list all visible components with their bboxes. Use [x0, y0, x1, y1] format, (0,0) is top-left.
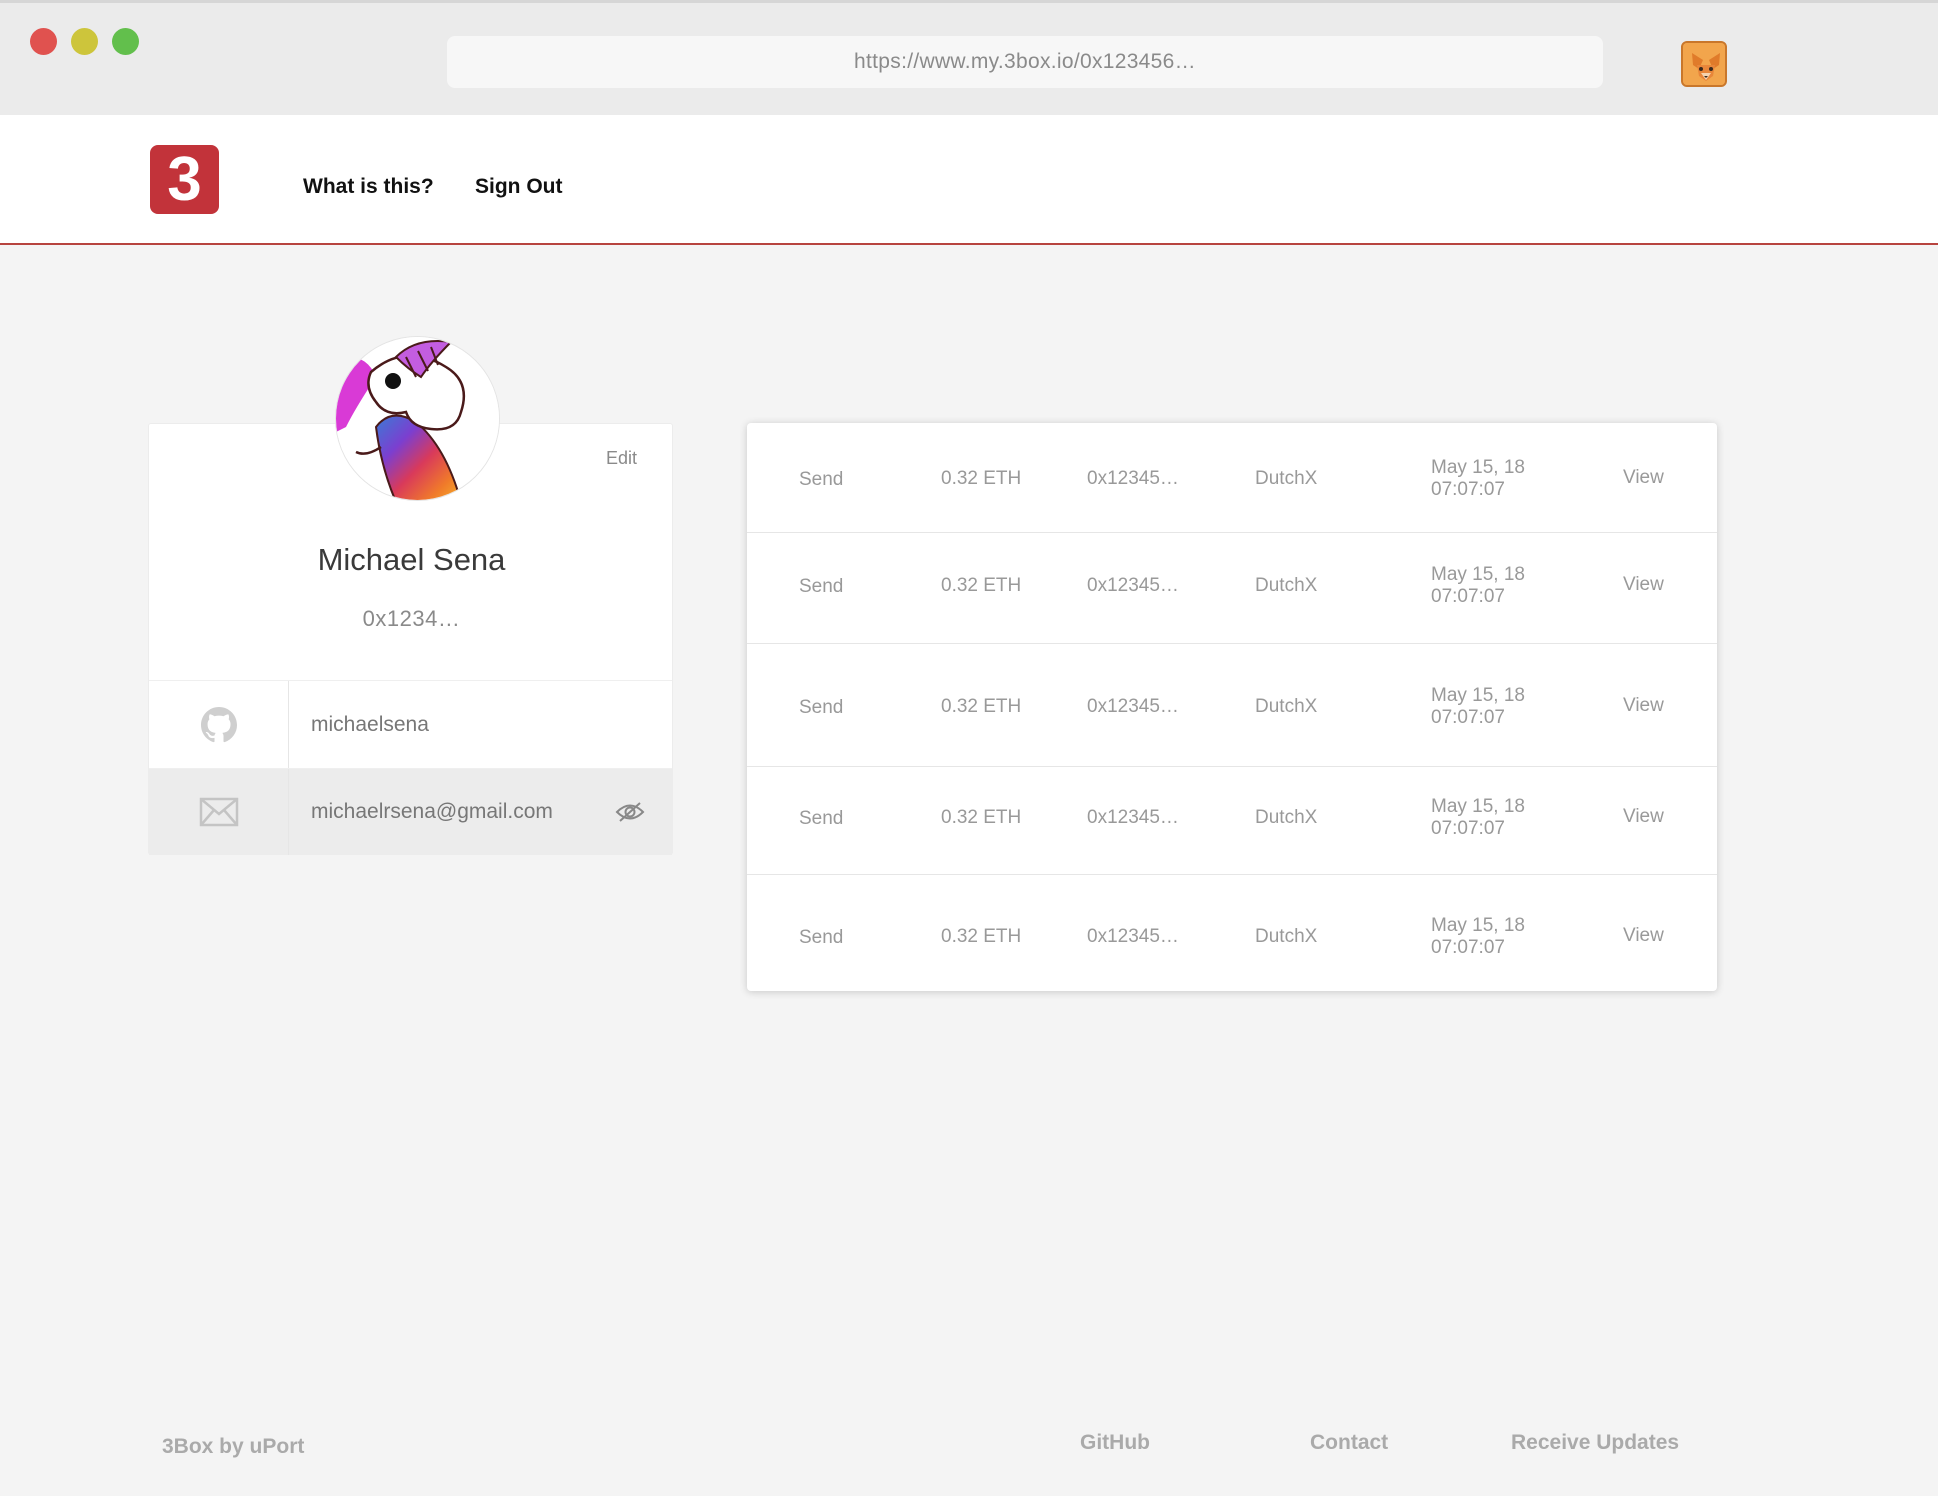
tx-time: 07:07:07 — [1431, 707, 1505, 728]
tx-app: DutchX — [1255, 575, 1318, 596]
tx-address: 0x12345… — [1087, 468, 1179, 489]
table-row: Send 0.32 ETH 0x12345… DutchX May 15, 18… — [747, 533, 1717, 644]
tx-amount: 0.32 ETH — [941, 926, 1022, 947]
tx-datetime: May 15, 18 07:07:07 — [1431, 796, 1525, 840]
tx-amount: 0.32 ETH — [941, 468, 1022, 489]
tx-address: 0x12345… — [1087, 926, 1179, 947]
tx-datetime: May 15, 18 07:07:07 — [1431, 457, 1525, 501]
github-username: michaelsena — [311, 712, 429, 736]
tx-address: 0x12345… — [1087, 575, 1179, 596]
footer-link-receive-updates[interactable]: Receive Updates — [1511, 1431, 1679, 1455]
table-row: Send 0.32 ETH 0x12345… DutchX May 15, 18… — [747, 423, 1717, 533]
tx-type: Send — [799, 927, 844, 948]
github-icon-cell — [149, 681, 289, 768]
transactions-card: Send 0.32 ETH 0x12345… DutchX May 15, 18… — [747, 423, 1717, 991]
close-window-button[interactable] — [30, 28, 57, 55]
tx-type: Send — [799, 808, 844, 829]
mail-icon — [199, 797, 238, 827]
tx-time: 07:07:07 — [1431, 479, 1505, 500]
tx-address: 0x12345… — [1087, 696, 1179, 717]
tx-datetime: May 15, 18 07:07:07 — [1431, 915, 1525, 959]
table-row: Send 0.32 ETH 0x12345… DutchX May 15, 18… — [747, 644, 1717, 767]
window-controls — [30, 28, 139, 55]
mail-icon-cell — [149, 769, 289, 855]
tx-app: DutchX — [1255, 926, 1318, 947]
view-transaction-link[interactable]: View — [1623, 695, 1664, 717]
3box-logo[interactable]: 3 — [150, 145, 219, 214]
tx-date: May 15, 18 — [1431, 915, 1525, 936]
address-bar[interactable]: https://www.my.3box.io/0x123456… — [447, 36, 1603, 88]
tx-time: 07:07:07 — [1431, 818, 1505, 839]
view-transaction-link[interactable]: View — [1623, 806, 1664, 828]
view-transaction-link[interactable]: View — [1623, 925, 1664, 947]
tx-amount: 0.32 ETH — [941, 807, 1022, 828]
profile-avatar — [335, 336, 500, 501]
tx-amount: 0.32 ETH — [941, 696, 1022, 717]
email-address: michaelrsena@gmail.com — [311, 800, 553, 823]
tx-type: Send — [799, 697, 844, 718]
tx-datetime: May 15, 18 07:07:07 — [1431, 685, 1525, 729]
tx-type: Send — [799, 576, 844, 597]
view-transaction-link[interactable]: View — [1623, 574, 1664, 596]
tx-time: 07:07:07 — [1431, 937, 1505, 958]
tx-address: 0x12345… — [1087, 807, 1179, 828]
maximize-window-button[interactable] — [112, 28, 139, 55]
eye-hidden-icon[interactable] — [600, 769, 660, 855]
tx-app: DutchX — [1255, 696, 1318, 717]
email-row: michaelrsena@gmail.com — [149, 768, 672, 855]
tx-amount: 0.32 ETH — [941, 575, 1022, 596]
footer-brand: 3Box by uPort — [162, 1435, 305, 1458]
view-transaction-link[interactable]: View — [1623, 467, 1664, 489]
github-row: michaelsena — [149, 680, 672, 768]
browser-chrome: https://www.my.3box.io/0x123456… — [0, 0, 1938, 115]
tx-app: DutchX — [1255, 807, 1318, 828]
nav-sign-out[interactable]: Sign Out — [475, 175, 563, 199]
footer-link-contact[interactable]: Contact — [1310, 1431, 1388, 1455]
unicorn-avatar-icon — [336, 337, 499, 500]
nav-what-is-this[interactable]: What is this? — [303, 175, 434, 199]
profile-name: Michael Sena — [317, 542, 506, 577]
tx-date: May 15, 18 — [1431, 685, 1525, 706]
table-row: Send 0.32 ETH 0x12345… DutchX May 15, 18… — [747, 767, 1717, 875]
github-icon — [200, 706, 237, 742]
tx-date: May 15, 18 — [1431, 796, 1525, 817]
minimize-window-button[interactable] — [71, 28, 98, 55]
footer-link-github[interactable]: GitHub — [1080, 1431, 1150, 1455]
profile-address: 0x1234… — [362, 606, 461, 631]
tx-app: DutchX — [1255, 468, 1318, 489]
edit-profile-button[interactable]: Edit — [606, 448, 637, 469]
tx-time: 07:07:07 — [1431, 586, 1505, 607]
metamask-fox-icon[interactable] — [1681, 41, 1727, 87]
app-header: 3 What is this? Sign Out — [0, 115, 1938, 245]
tx-date: May 15, 18 — [1431, 564, 1525, 585]
tx-date: May 15, 18 — [1431, 457, 1525, 478]
tx-type: Send — [799, 469, 844, 490]
table-row: Send 0.32 ETH 0x12345… DutchX May 15, 18… — [747, 875, 1717, 991]
tx-datetime: May 15, 18 07:07:07 — [1431, 564, 1525, 608]
